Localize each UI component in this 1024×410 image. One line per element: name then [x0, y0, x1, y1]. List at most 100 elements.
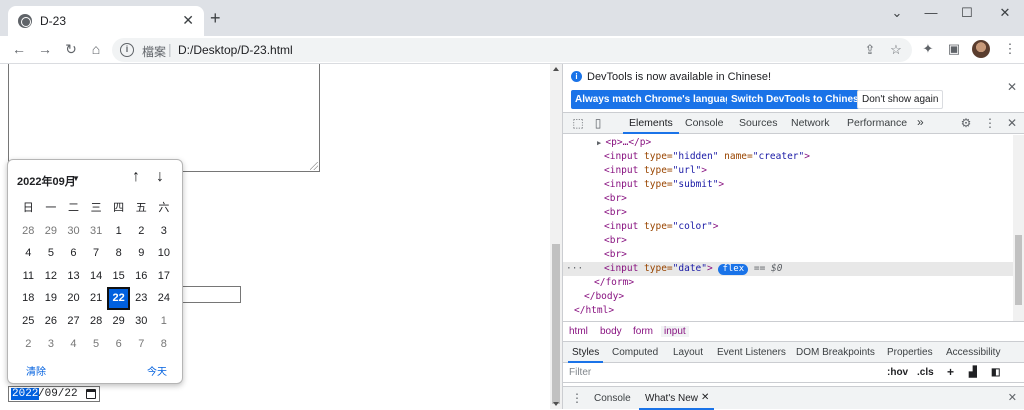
calendar-day[interactable]: 29	[107, 310, 130, 333]
calendar-day[interactable]: 9	[130, 242, 153, 265]
calendar-day[interactable]: 2	[17, 333, 40, 356]
extensions-icon[interactable]: ✦	[920, 41, 936, 57]
address-bar[interactable]: i 檔案 | D:/Desktop/D-23.html ⇪ ☆	[112, 38, 912, 62]
calendar-day[interactable]: 6	[107, 333, 130, 356]
dom-node-form-close[interactable]: </form>	[594, 276, 634, 290]
calendar-day[interactable]: 5	[40, 242, 63, 265]
tab-performance[interactable]: Performance	[847, 117, 907, 129]
calendar-day[interactable]: 27	[62, 310, 85, 333]
calendar-day[interactable]: 6	[62, 242, 85, 265]
dont-show-again-button[interactable]: Don't show again	[857, 90, 944, 109]
calendar-day[interactable]: 21	[85, 287, 108, 310]
dom-node-br[interactable]: <br>	[604, 234, 627, 248]
date-month-day-segment[interactable]: /09/22	[38, 388, 78, 400]
breadcrumb-form[interactable]: form	[633, 326, 653, 337]
month-year-selector[interactable]: 2022年09月	[17, 173, 76, 189]
reload-icon[interactable]: ↻	[62, 40, 80, 58]
caret-down-icon[interactable]: ▼	[72, 174, 80, 183]
forward-icon[interactable]: →	[36, 40, 54, 58]
bookmark-star-icon[interactable]: ☆	[888, 42, 904, 58]
calendar-day[interactable]: 8	[107, 242, 130, 265]
tab-console[interactable]: Console	[685, 117, 724, 129]
dom-node-input-submit[interactable]: <input type="submit">	[604, 178, 724, 192]
calendar-day[interactable]: 2	[130, 220, 153, 243]
calendar-day[interactable]: 1	[107, 220, 130, 243]
close-window-button[interactable]: ✕	[994, 5, 1016, 21]
tab-close-icon[interactable]: ✕	[182, 12, 194, 29]
clear-button[interactable]: 清除	[26, 363, 46, 378]
dom-node-br[interactable]: <br>	[604, 192, 627, 206]
toggle-sidebar-icon[interactable]: ◧	[991, 367, 1000, 378]
calendar-day[interactable]: 3	[153, 220, 176, 243]
textarea-field[interactable]	[8, 64, 320, 172]
calendar-day[interactable]: 7	[85, 242, 108, 265]
calendar-day[interactable]: 1	[153, 310, 176, 333]
flex-badge[interactable]: flex	[718, 264, 749, 275]
breadcrumb-body[interactable]: body	[600, 326, 622, 337]
calendar-day[interactable]: 25	[17, 310, 40, 333]
calendar-day[interactable]: 18	[17, 287, 40, 310]
node-ellipsis-icon[interactable]: ···	[566, 262, 583, 276]
calendar-day[interactable]: 28	[17, 220, 40, 243]
calendar-day[interactable]: 15	[107, 265, 130, 288]
back-icon[interactable]: ←	[10, 40, 28, 58]
arrow-up-icon[interactable]: ↑	[132, 168, 140, 186]
dom-node-html-close[interactable]: </html>	[574, 304, 614, 318]
more-tabs-icon[interactable]: »	[917, 115, 924, 129]
avatar[interactable]	[972, 40, 990, 58]
dom-node-input-hidden[interactable]: <input type="hidden" name="creater">	[604, 150, 810, 164]
side-panel-icon[interactable]: ▣	[946, 41, 962, 57]
scroll-down-icon[interactable]	[553, 402, 559, 406]
url-input[interactable]	[180, 286, 241, 303]
maximize-button[interactable]: ☐	[956, 5, 978, 21]
home-icon[interactable]: ⌂	[87, 40, 105, 58]
tab-network[interactable]: Network	[791, 117, 830, 129]
calendar-day[interactable]: 5	[85, 333, 108, 356]
kebab-menu-icon[interactable]: ⋮	[983, 116, 997, 130]
tab-styles[interactable]: Styles	[567, 347, 604, 363]
browser-tab[interactable]: D-23 ✕	[8, 6, 204, 36]
calendar-day[interactable]: 17	[153, 265, 176, 288]
tab-layout[interactable]: Layout	[673, 347, 703, 358]
info-icon[interactable]: i	[120, 43, 134, 57]
drawer-menu-icon[interactable]: ⋮	[571, 391, 583, 405]
drawer-tab-console[interactable]: Console	[594, 393, 631, 404]
inspect-element-icon[interactable]: ⬚	[571, 116, 585, 130]
new-tab-button[interactable]: +	[210, 9, 221, 27]
gear-icon[interactable]: ⚙	[959, 116, 973, 130]
tab-accessibility[interactable]: Accessibility	[946, 347, 1000, 358]
scroll-up-icon[interactable]	[553, 67, 559, 71]
calendar-day[interactable]: 24	[153, 287, 176, 310]
tab-sources[interactable]: Sources	[739, 117, 778, 129]
calendar-day[interactable]: 20	[62, 287, 85, 310]
calendar-day[interactable]: 12	[40, 265, 63, 288]
calendar-day[interactable]: 7	[130, 333, 153, 356]
menu-kebab-icon[interactable]: ⋮	[1002, 41, 1018, 57]
breadcrumb-input[interactable]: input	[661, 326, 689, 337]
today-button[interactable]: 今天	[147, 363, 167, 378]
url-text[interactable]: D:/Desktop/D-23.html	[178, 43, 293, 57]
calendar-day[interactable]: 30	[62, 220, 85, 243]
banner-close-icon[interactable]: ✕	[1007, 80, 1017, 94]
dom-node-p[interactable]: ▶ <p>…</p>	[597, 136, 651, 150]
calendar-day[interactable]: 16	[130, 265, 153, 288]
calendar-day[interactable]: 13	[62, 265, 85, 288]
minimize-button[interactable]: —	[920, 5, 942, 21]
calendar-day[interactable]: 29	[40, 220, 63, 243]
calendar-day[interactable]: 28	[85, 310, 108, 333]
breadcrumb-html[interactable]: html	[569, 326, 588, 337]
page-scrollbar[interactable]	[550, 64, 562, 409]
calendar-day[interactable]: 4	[62, 333, 85, 356]
calendar-day[interactable]: 23	[130, 287, 153, 310]
filter-input[interactable]: Filter	[569, 367, 591, 378]
chevron-down-icon[interactable]: ⌄	[886, 5, 908, 21]
paint-icon[interactable]: ▟	[969, 367, 977, 378]
calendar-day[interactable]: 8	[153, 333, 176, 356]
calendar-day[interactable]: 31	[85, 220, 108, 243]
resize-handle-icon[interactable]	[310, 162, 318, 170]
arrow-down-icon[interactable]: ↓	[156, 168, 164, 186]
calendar-day[interactable]: 30	[130, 310, 153, 333]
calendar-icon[interactable]	[86, 389, 96, 399]
drawer-tab-whats-new[interactable]: What's New	[638, 393, 715, 410]
date-year-segment[interactable]: 2022	[11, 388, 40, 400]
